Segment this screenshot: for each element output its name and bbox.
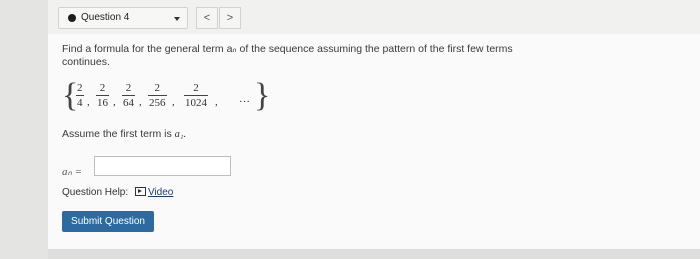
term-separator: , (172, 96, 175, 108)
right-brace: } (254, 77, 271, 114)
term-numerator: 2 (125, 82, 132, 94)
answer-label: aₙ = (62, 166, 83, 178)
question-prompt: Find a formula for the general term aₙ o… (62, 43, 513, 68)
term-numerator: 2 (193, 82, 199, 94)
answer-input[interactable] (94, 156, 231, 176)
term-denominator: 1024 (184, 95, 208, 109)
term-separator: , (139, 96, 142, 108)
question-panel: Find a formula for the general term aₙ o… (48, 34, 700, 249)
sequence-term-2: 2 16 (96, 82, 109, 110)
video-help-link[interactable]: Video (148, 187, 173, 198)
next-question-button[interactable]: > (219, 7, 241, 29)
sequence-term-5: 2 1024 (184, 82, 208, 110)
term-denominator: 4 (76, 95, 84, 109)
sequence-term-1: 2 4 (76, 82, 84, 110)
video-play-icon[interactable] (134, 187, 146, 196)
question-selector-label: Question 4 (81, 12, 130, 23)
sequence-ellipsis: … (239, 93, 250, 105)
submit-question-button[interactable]: Submit Question (62, 211, 154, 232)
term-separator: , (215, 96, 218, 108)
term-numerator: 2 (77, 82, 83, 94)
sequence-term-3: 2 64 (122, 82, 135, 110)
sequence-term-4: 2 256 (148, 82, 167, 110)
question-help: Question Help: Video (62, 187, 173, 198)
term-denominator: 16 (96, 95, 109, 109)
first-term-symbol: a₁. (174, 129, 187, 140)
previous-question-button[interactable]: < (196, 7, 218, 29)
assumption-label: Assume the first term is (62, 128, 175, 140)
question-status-dot-icon (68, 14, 76, 22)
question-help-label: Question Help: (62, 187, 129, 198)
term-denominator: 256 (148, 95, 167, 109)
term-separator: , (113, 96, 116, 108)
question-toolbar: Question 4 < > (48, 0, 700, 35)
question-selector[interactable]: Question 4 (58, 7, 188, 29)
chevron-down-icon (174, 17, 180, 21)
assumption-text: Assume the first term is a₁. (62, 128, 186, 140)
term-denominator: 64 (122, 95, 135, 109)
term-numerator: 2 (154, 82, 161, 94)
page-bottom-strip (48, 249, 700, 259)
term-numerator: 2 (99, 82, 106, 94)
term-separator: , (87, 96, 90, 108)
